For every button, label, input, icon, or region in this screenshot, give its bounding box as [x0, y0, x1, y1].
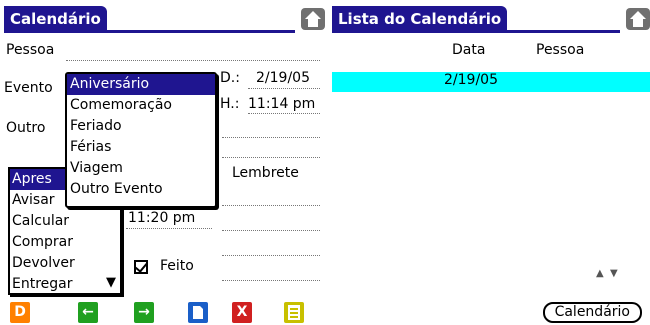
- scroll-down-icon[interactable]: ▼: [610, 268, 618, 279]
- feito-label: Feito: [160, 258, 194, 274]
- alarm-time-field[interactable]: 11:20 pm: [128, 210, 195, 226]
- date-prefix: D.:: [220, 70, 240, 86]
- reminder-option-devolver[interactable]: Devolver: [10, 253, 120, 274]
- row-date: 2/19/05: [444, 72, 498, 88]
- calendario-button[interactable]: Calendário: [542, 302, 642, 323]
- reminder-option-calcular[interactable]: Calcular: [10, 211, 120, 232]
- event-option-ferias[interactable]: Férias: [67, 137, 215, 158]
- outro-field[interactable]: [222, 137, 320, 138]
- event-option-viagem[interactable]: Viagem: [67, 158, 215, 179]
- calendar-form-pane: Calendário Pessoa Evento D.: 2/19/05 H.:…: [0, 0, 325, 325]
- outro-field-line2: [222, 157, 320, 158]
- home-icon[interactable]: [301, 8, 325, 30]
- event-option-comemoracao[interactable]: Comemoração: [67, 95, 215, 116]
- pessoa-label: Pessoa: [6, 42, 55, 58]
- lembrete-line-1: [222, 205, 320, 206]
- lembrete-line-2: [222, 230, 320, 231]
- title-underline: [4, 30, 295, 33]
- evento-label: Evento: [4, 80, 53, 96]
- calendar-title: Calendário: [4, 6, 107, 32]
- reminder-option-entregar[interactable]: Entregar: [10, 274, 120, 295]
- list-title: Lista do Calendário: [332, 6, 508, 32]
- lembrete-line-4: [222, 280, 320, 281]
- feito-checkbox[interactable]: [134, 260, 148, 274]
- outro-label: Outro: [6, 120, 46, 136]
- event-popup-list[interactable]: Aniversário Comemoração Feriado Férias V…: [65, 72, 217, 208]
- home-icon[interactable]: [626, 8, 650, 30]
- hour-prefix: H.:: [220, 96, 240, 112]
- scroll-up-icon[interactable]: ▲: [596, 268, 604, 279]
- pessoa-field[interactable]: [66, 60, 320, 61]
- date-underline: [248, 88, 320, 89]
- event-option-outro-evento[interactable]: Outro Evento: [67, 179, 215, 200]
- title-underline: [332, 30, 620, 33]
- delete-x-icon[interactable]: X: [232, 302, 252, 323]
- hour-field[interactable]: 11:14 pm: [248, 96, 315, 112]
- event-option-aniversario[interactable]: Aniversário: [67, 74, 215, 95]
- reminder-option-comprar[interactable]: Comprar: [10, 232, 120, 253]
- new-document-icon[interactable]: [188, 302, 208, 323]
- hour-underline: [248, 113, 320, 114]
- lembrete-line-3: [222, 255, 320, 256]
- alarm-time-underline: [126, 228, 212, 229]
- table-row[interactable]: 2/19/05: [332, 72, 650, 92]
- event-option-feriado[interactable]: Feriado: [67, 116, 215, 137]
- list-title-bar: Lista do Calendário: [332, 6, 650, 34]
- calendar-list-pane: Lista do Calendário Data Pessoa 2/19/05 …: [332, 0, 650, 325]
- notes-icon[interactable]: [284, 302, 304, 323]
- date-field[interactable]: 2/19/05: [256, 70, 310, 86]
- letter-d-icon[interactable]: D: [10, 302, 30, 323]
- lembrete-label: Lembrete: [232, 165, 299, 181]
- arrow-left-icon[interactable]: ←: [78, 302, 98, 323]
- column-header-data: Data: [452, 42, 486, 58]
- arrow-right-icon[interactable]: →: [134, 302, 154, 323]
- column-header-pessoa: Pessoa: [536, 42, 585, 58]
- calendar-title-bar: Calendário: [4, 6, 325, 34]
- scroll-down-arrow-icon[interactable]: ▼: [106, 276, 116, 289]
